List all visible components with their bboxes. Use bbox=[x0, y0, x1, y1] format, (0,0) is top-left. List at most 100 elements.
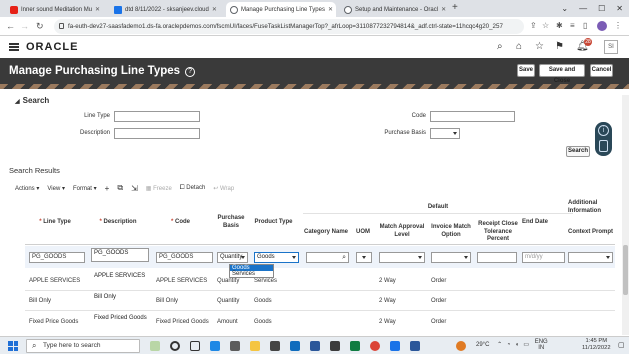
column-header-receipt-close-tolerance[interactable]: Receipt Close Tolerance Percent bbox=[475, 221, 521, 244]
bookmark-star-icon[interactable]: ☆ bbox=[542, 21, 549, 30]
column-header-invoice-match-option[interactable]: Invoice Match Option bbox=[429, 224, 473, 239]
column-header-code[interactable]: * Code bbox=[153, 219, 208, 227]
column-header-description[interactable]: * Description bbox=[87, 219, 149, 227]
close-tab-icon[interactable]: ✕ bbox=[325, 6, 333, 13]
new-context-prompt-select[interactable] bbox=[568, 252, 613, 263]
new-end-date-input[interactable]: m/d/yy bbox=[522, 252, 565, 263]
keypad-icon[interactable] bbox=[599, 140, 608, 152]
close-tab-icon[interactable]: ✕ bbox=[209, 6, 217, 13]
add-row-icon[interactable]: + bbox=[105, 184, 110, 193]
new-category-name-input[interactable]: ⌕ bbox=[306, 252, 349, 263]
search-icon[interactable]: ⌕ bbox=[342, 253, 346, 262]
new-product-type-select[interactable]: Goods bbox=[254, 252, 299, 263]
column-header-context-prompt[interactable]: Context Prompt bbox=[568, 229, 615, 237]
column-header-category-name[interactable]: Category Name bbox=[303, 229, 349, 237]
column-header-purchase-basis[interactable]: Purchase Basis bbox=[212, 215, 250, 230]
excel-icon[interactable] bbox=[350, 341, 360, 351]
vertical-scrollbar[interactable] bbox=[622, 95, 629, 335]
column-header-line-type[interactable]: * Line Type bbox=[25, 219, 85, 227]
cortana-icon[interactable] bbox=[170, 341, 180, 351]
camera-icon[interactable] bbox=[230, 341, 240, 351]
widget-landscape-icon[interactable] bbox=[150, 341, 160, 351]
reading-list-icon[interactable]: ≡ bbox=[570, 21, 575, 30]
new-uom-select[interactable] bbox=[356, 252, 372, 263]
forward-icon[interactable]: → bbox=[20, 21, 29, 31]
search-section-header[interactable]: ◢ Search bbox=[15, 96, 49, 105]
home-icon[interactable]: ⌂ bbox=[516, 41, 522, 52]
wrap-button[interactable]: ↩ Wrap bbox=[213, 185, 234, 192]
help-icon[interactable]: ? bbox=[185, 67, 196, 77]
minimize-icon[interactable]: — bbox=[579, 4, 587, 13]
description-search-input[interactable] bbox=[114, 128, 200, 139]
app-icon[interactable] bbox=[330, 341, 340, 351]
close-window-icon[interactable]: ✕ bbox=[616, 4, 623, 13]
actions-menu[interactable]: Actions ▾ bbox=[15, 185, 39, 192]
close-tab-icon[interactable]: ✕ bbox=[92, 6, 100, 13]
code-search-input[interactable] bbox=[430, 111, 515, 122]
store-icon[interactable] bbox=[270, 341, 280, 351]
file-explorer-icon[interactable] bbox=[250, 341, 260, 351]
floating-assistant-widget[interactable]: i bbox=[595, 122, 612, 156]
purchase-basis-select[interactable] bbox=[430, 128, 460, 139]
edge-icon[interactable] bbox=[210, 341, 220, 351]
taskbar-search-box[interactable]: ⌕ Type here to search bbox=[26, 339, 140, 353]
column-header-end-date[interactable]: End Date bbox=[522, 219, 562, 227]
new-tab-button[interactable]: + bbox=[452, 2, 458, 13]
menu-kebab-icon[interactable]: ⋮ bbox=[614, 21, 622, 30]
word-icon-2[interactable] bbox=[410, 341, 420, 351]
share-icon[interactable]: ⇪ bbox=[530, 21, 537, 30]
new-line-type-input[interactable]: PG_GOODS bbox=[29, 252, 85, 263]
task-view-icon[interactable] bbox=[190, 341, 200, 351]
new-purchase-basis-select[interactable]: Quantity bbox=[217, 252, 248, 263]
extensions-icon[interactable]: ✱ bbox=[556, 21, 563, 30]
save-and-close-button[interactable]: Save and Close bbox=[539, 64, 585, 84]
app-icon-2[interactable] bbox=[390, 341, 400, 351]
browser-tab-1[interactable]: Inner sound Meditation Mu ✕ bbox=[6, 2, 104, 17]
column-header-product-type[interactable]: Product Type bbox=[251, 219, 296, 227]
column-header-match-approval-level[interactable]: Match Approval Level bbox=[377, 224, 427, 239]
collapse-triangle-icon[interactable]: ◢ bbox=[15, 99, 20, 105]
close-tab-icon[interactable]: ✕ bbox=[438, 6, 446, 13]
scrollbar-thumb[interactable] bbox=[623, 245, 628, 295]
browser-tab-2[interactable]: dtd 8/11/2022 - sksanjeev.cloud ✕ bbox=[110, 2, 220, 17]
new-receipt-tolerance-input[interactable] bbox=[477, 252, 517, 263]
detach-button[interactable]: ⧠ Detach bbox=[180, 185, 205, 192]
browser-tab-4[interactable]: Setup and Maintenance - Oracl ✕ bbox=[340, 2, 446, 17]
save-button[interactable]: Save bbox=[517, 64, 535, 77]
new-match-approval-select[interactable] bbox=[379, 252, 425, 263]
duplicate-icon[interactable]: ⧉ bbox=[117, 183, 123, 193]
chevron-down-icon[interactable]: ⌄ bbox=[561, 4, 568, 13]
chrome-icon[interactable] bbox=[370, 341, 380, 351]
flag-icon[interactable]: ⚑ bbox=[555, 41, 564, 52]
line-type-search-input[interactable] bbox=[114, 111, 200, 122]
search-icon[interactable]: ⌕ bbox=[497, 41, 503, 52]
windows-start-icon[interactable] bbox=[8, 341, 18, 351]
browser-tab-active[interactable]: Manage Purchasing Line Types ✕ bbox=[226, 2, 336, 17]
mail-icon[interactable] bbox=[290, 341, 300, 351]
info-icon[interactable]: i bbox=[598, 125, 609, 136]
freeze-button[interactable]: ▦ Freeze bbox=[146, 185, 172, 192]
user-avatar[interactable]: SI bbox=[604, 40, 618, 54]
sidepanel-icon[interactable]: ▯ bbox=[583, 21, 587, 30]
column-header-uom[interactable]: UOM bbox=[352, 229, 374, 237]
format-menu[interactable]: Format ▾ bbox=[73, 185, 97, 192]
view-menu[interactable]: View ▾ bbox=[47, 185, 65, 192]
tray-arrow-icon[interactable]: ⌃ bbox=[497, 342, 502, 348]
battery-icon[interactable]: ▭ bbox=[523, 342, 529, 348]
language-indicator[interactable]: ENG IN bbox=[535, 339, 548, 351]
new-description-textarea[interactable]: PG_GOODS bbox=[91, 248, 149, 262]
back-icon[interactable]: ← bbox=[6, 21, 15, 31]
weather-icon[interactable] bbox=[456, 341, 466, 351]
network-icon[interactable]: ◔ bbox=[507, 342, 511, 348]
search-button[interactable]: Search bbox=[566, 146, 590, 157]
taskbar-clock[interactable]: 1:45 PM 11/12/2022 bbox=[582, 338, 611, 352]
export-icon[interactable]: ⇲ bbox=[131, 184, 138, 193]
hamburger-menu-icon[interactable] bbox=[9, 43, 19, 51]
new-invoice-match-select[interactable] bbox=[431, 252, 471, 263]
cancel-button[interactable]: Cancel bbox=[590, 64, 613, 77]
word-icon[interactable] bbox=[310, 341, 320, 351]
reload-icon[interactable]: ↻ bbox=[36, 21, 44, 32]
notification-center-icon[interactable]: ▢ bbox=[618, 341, 625, 349]
option-services[interactable]: Services bbox=[230, 271, 273, 277]
url-field[interactable]: fa-euth-dev27-saasfademo1.ds-fa.oraclepd… bbox=[54, 19, 524, 34]
